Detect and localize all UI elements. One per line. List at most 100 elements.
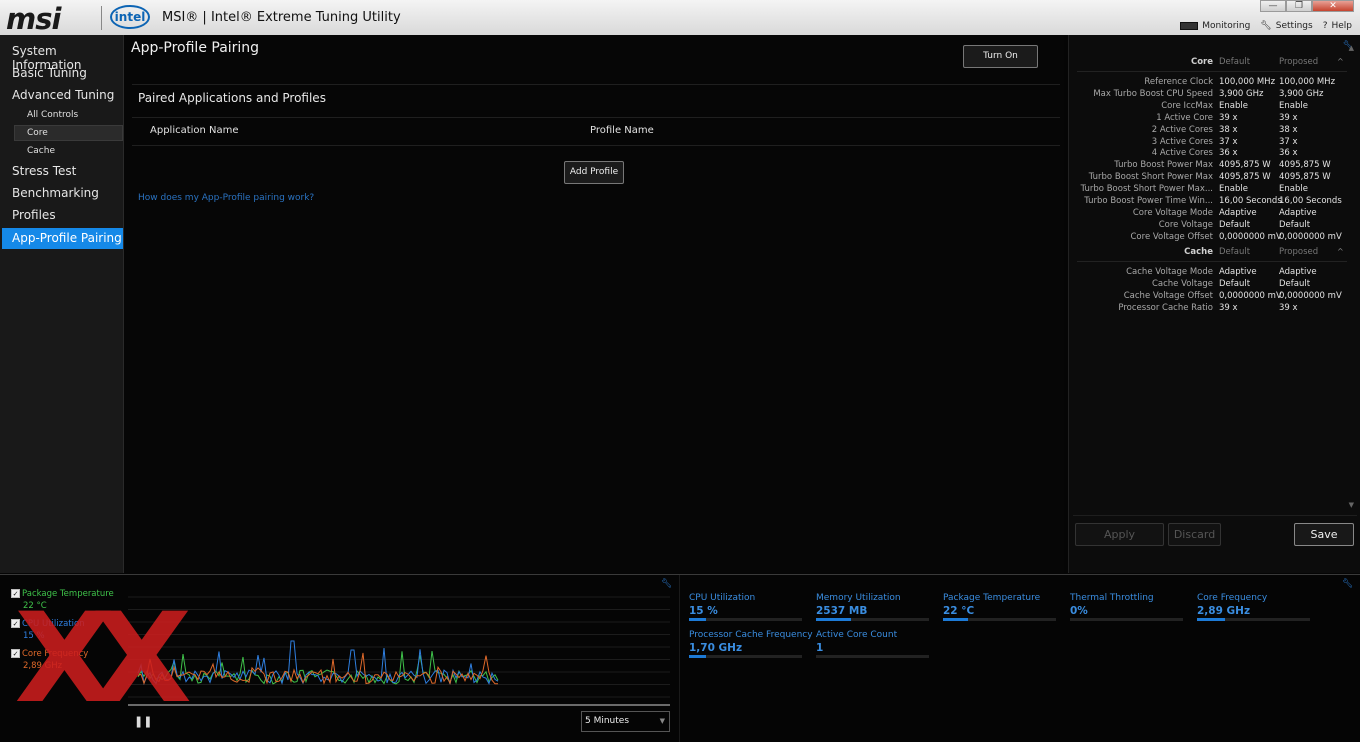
timespan-value: 5 Minutes — [585, 716, 630, 726]
metric-label: Active Core Count — [816, 630, 898, 640]
setting-label: Core Voltage — [1158, 219, 1213, 230]
column-header-profile[interactable]: Profile Name — [590, 125, 654, 136]
setting-label: Processor Cache Ratio — [1118, 302, 1213, 313]
wrench-icon[interactable]: 🔧︎ — [661, 579, 672, 589]
minimize-button[interactable]: — — [1260, 0, 1286, 12]
setting-row[interactable]: 1 Active Core 39 x 39 x — [1069, 112, 1360, 124]
wrench-icon: 🔧︎ — [1260, 21, 1272, 31]
metric-bar — [816, 655, 929, 658]
setting-row[interactable]: Cache Voltage Offset 0,0000000 mV 0,000000… — [1069, 290, 1360, 302]
metric-label: Memory Utilization — [816, 593, 901, 603]
top-links: Monitoring 🔧︎ Settings ? Help — [1180, 21, 1352, 31]
setting-row[interactable]: Reference Clock 100,000 MHz 100,000 MHz — [1069, 76, 1360, 88]
help-icon: ? — [1322, 21, 1328, 31]
collapse-icon[interactable]: ^ — [1337, 246, 1344, 258]
setting-proposed: 39 x — [1279, 112, 1298, 123]
setting-row[interactable]: Core IccMax Enable Enable — [1069, 100, 1360, 112]
metric-tile: CPU Utilization 15 % — [689, 593, 802, 621]
settings-label: Settings — [1275, 21, 1313, 31]
setting-label: Cache Voltage — [1151, 278, 1213, 289]
main-panel: App-Profile Pairing Turn On Paired Appli… — [124, 35, 1064, 573]
cache-section-header[interactable]: Cache Default Proposed ^ — [1069, 246, 1360, 258]
setting-default: Default — [1219, 219, 1251, 230]
setting-row[interactable]: 2 Active Cores 38 x 38 x — [1069, 124, 1360, 136]
metric-tile: Thermal Throttling 0% — [1070, 593, 1183, 621]
metric-tile: Package Temperature 22 °C — [943, 593, 1056, 621]
column-header-application[interactable]: Application Name — [150, 125, 239, 136]
add-profile-button[interactable]: Add Profile — [564, 161, 624, 184]
save-button[interactable]: Save — [1294, 523, 1354, 546]
setting-default: Enable — [1219, 100, 1248, 111]
setting-default: 39 x — [1219, 302, 1238, 313]
setting-row[interactable]: Turbo Boost Short Power Max... Enable Enab… — [1069, 183, 1360, 195]
collapse-icon[interactable]: ^ — [1337, 56, 1344, 68]
setting-row[interactable]: Turbo Boost Power Time Win... 16,00 Secon… — [1069, 195, 1360, 207]
help-pairing-link[interactable]: How does my App-Profile pairing work? — [138, 193, 314, 203]
timespan-select[interactable]: 5 Minutes ▼ — [581, 711, 670, 732]
chevron-down-icon: ▼ — [659, 717, 665, 725]
setting-proposed: 4095,875 W — [1279, 172, 1331, 183]
setting-row[interactable]: Turbo Boost Power Max 4095,875 W 4095,875 … — [1069, 159, 1360, 171]
setting-proposed: Adaptive — [1279, 207, 1317, 218]
metric-bar-fill — [943, 618, 968, 621]
metric-bar — [816, 618, 929, 621]
sidebar-item-cache[interactable]: Cache — [27, 146, 55, 156]
setting-row[interactable]: Core Voltage Mode Adaptive Adaptive — [1069, 207, 1360, 219]
settings-link[interactable]: 🔧︎ Settings — [1260, 21, 1312, 31]
setting-label: Reference Clock — [1144, 77, 1213, 87]
window-title: MSI® | Intel® Extreme Tuning Utility — [162, 10, 401, 25]
core-section-header[interactable]: Core Default Proposed ^ — [1069, 56, 1360, 68]
setting-row[interactable]: Core Voltage Offset 0,0000000 mV 0,0000000… — [1069, 231, 1360, 243]
divider — [1077, 261, 1347, 262]
turn-on-button[interactable]: Turn On — [963, 45, 1038, 68]
metric-label: CPU Utilization — [689, 593, 756, 603]
scroll-down-icon[interactable]: ▼ — [1349, 501, 1354, 509]
setting-row[interactable]: Core Voltage Default Default — [1069, 219, 1360, 231]
sidebar-item-profiles[interactable]: Profiles — [12, 208, 56, 222]
metric-tile: Active Core Count 1 — [816, 630, 929, 658]
setting-row[interactable]: 4 Active Cores 36 x 36 x — [1069, 147, 1360, 159]
setting-label: Turbo Boost Short Power Max — [1088, 172, 1213, 183]
setting-proposed: 0,0000000 mV — [1279, 290, 1342, 301]
setting-row[interactable]: 3 Active Cores 37 x 37 x — [1069, 136, 1360, 148]
sidebar-item-core[interactable]: Core — [14, 125, 123, 141]
setting-default: 37 x — [1219, 136, 1238, 147]
close-button[interactable]: ✕ — [1312, 0, 1354, 12]
monitoring-label: Monitoring — [1202, 21, 1251, 31]
sidebar-item-benchmarking[interactable]: Benchmarking — [12, 186, 99, 200]
metric-label: Package Temperature — [943, 593, 1041, 603]
sidebar-item-all-controls[interactable]: All Controls — [27, 110, 78, 120]
monitoring-link[interactable]: Monitoring — [1180, 21, 1250, 31]
setting-default: 0,0000000 mV — [1219, 290, 1282, 301]
monitoring-graph — [128, 596, 670, 706]
logo-divider — [101, 6, 102, 30]
setting-row[interactable]: Max Turbo Boost CPU Speed 3,900 GHz 3,900 … — [1069, 88, 1360, 100]
sidebar-item-advanced-tuning[interactable]: Advanced Tuning — [12, 88, 114, 102]
setting-default: 38 x — [1219, 124, 1238, 135]
setting-proposed: 0,0000000 mV — [1279, 231, 1342, 242]
metric-bar — [943, 618, 1056, 621]
metric-value: 22 °C — [943, 605, 975, 617]
help-link[interactable]: ? Help — [1323, 21, 1352, 31]
setting-proposed: 16,00 Seconds — [1279, 196, 1342, 206]
setting-row[interactable]: Turbo Boost Short Power Max 4095,875 W 409… — [1069, 171, 1360, 183]
sidebar-item-stress-test[interactable]: Stress Test — [12, 164, 76, 178]
apply-button[interactable]: Apply — [1075, 523, 1164, 546]
setting-row[interactable]: Cache Voltage Default Default — [1069, 278, 1360, 290]
monitor-icon — [1180, 22, 1199, 30]
discard-button[interactable]: Discard — [1168, 523, 1221, 546]
setting-proposed: Adaptive — [1279, 267, 1317, 277]
metric-bar — [1197, 618, 1310, 621]
setting-row[interactable]: Cache Voltage Mode Adaptive Adaptive — [1069, 266, 1360, 278]
pause-icon[interactable]: ❚❚ — [134, 715, 152, 728]
divider — [132, 117, 1060, 118]
sidebar-item-basic-tuning[interactable]: Basic Tuning — [12, 66, 87, 80]
scroll-up-icon[interactable]: ▲ — [1349, 44, 1354, 52]
divider — [132, 84, 1060, 85]
divider — [1077, 71, 1347, 72]
wrench-icon[interactable]: 🔧︎ — [1342, 579, 1353, 589]
section-title: Paired Applications and Profiles — [138, 91, 326, 105]
setting-row[interactable]: Processor Cache Ratio 39 x 39 x — [1069, 302, 1360, 314]
maximize-button[interactable]: ❐ — [1286, 0, 1312, 12]
sidebar-item-app-profile-pairing[interactable]: App-Profile Pairing — [2, 228, 123, 249]
